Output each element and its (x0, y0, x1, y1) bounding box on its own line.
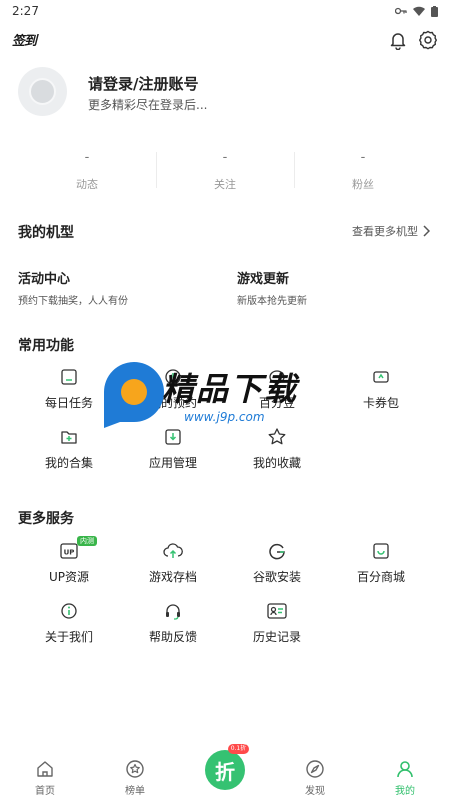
more-services-title: 更多服务 (18, 511, 74, 527)
status-time: 2:27 (12, 4, 39, 18)
my-favorites-button[interactable]: 我的收藏 (225, 426, 329, 478)
common-functions-title: 常用功能 (18, 338, 74, 354)
discount-tag: 0.1折 (227, 744, 250, 754)
stat-fans[interactable]: - 粉丝 (294, 150, 432, 192)
login-subtitle: 更多精彩尽在登录后... (88, 98, 208, 112)
stats-row: - 动态 - 关注 - 粉丝 (18, 150, 432, 192)
google-icon (266, 540, 288, 562)
tab-discover[interactable]: 发现 (270, 752, 360, 800)
beta-badge: 内测 (77, 536, 97, 546)
game-saves-button[interactable]: 游戏存档 (121, 540, 225, 592)
stat-posts[interactable]: - 动态 (18, 150, 156, 192)
google-install-button[interactable]: 谷歌安装 (225, 540, 329, 592)
folder-add-icon (58, 426, 80, 448)
wifi-icon (413, 6, 425, 16)
signin-button[interactable]: 签到 (12, 30, 37, 49)
ticket-icon (370, 366, 392, 388)
watermark-text: 精品下载 (162, 370, 299, 408)
stat-following[interactable]: - 关注 (156, 150, 294, 192)
discount-icon: 折 (205, 750, 245, 790)
bottom-tab-bar: 首页 榜单 折 0.1折 发现 我的 (0, 744, 450, 800)
svg-text:UP: UP (64, 549, 75, 557)
chevron-right-icon (423, 225, 430, 237)
tab-rankings[interactable]: 榜单 (90, 752, 180, 800)
checklist-icon (58, 366, 80, 388)
info-icon (58, 600, 80, 622)
help-feedback-button[interactable]: 帮助反馈 (121, 600, 225, 652)
activity-center-title: 活动中心 (18, 272, 71, 287)
more-models-label: 查看更多机型 (352, 225, 418, 238)
profile-header[interactable]: 请登录/注册账号 更多精彩尽在登录后... (18, 67, 438, 117)
headset-icon (162, 600, 184, 622)
top-bar: 签到 (0, 26, 450, 56)
about-us-button[interactable]: 关于我们 (17, 600, 121, 652)
id-card-icon (266, 600, 288, 622)
more-models-link[interactable]: 查看更多机型 (352, 223, 430, 239)
shop-icon (370, 540, 392, 562)
watermark-url: www.j9p.com (184, 410, 265, 424)
login-title[interactable]: 请登录/注册账号 (88, 73, 198, 94)
my-collections-button[interactable]: 我的合集 (17, 426, 121, 478)
status-bar: 2:27 (0, 0, 450, 22)
avatar[interactable] (18, 67, 67, 116)
game-update-title: 游戏更新 (237, 272, 290, 287)
app-management-button[interactable]: 应用管理 (121, 426, 225, 478)
my-models-title: 我的机型 (18, 225, 74, 241)
game-update-subtitle: 新版本抢先更新 (237, 296, 307, 307)
battery-icon (431, 5, 438, 17)
history-button[interactable]: 历史记录 (225, 600, 329, 652)
activity-center-card[interactable]: 活动中心 预约下载抽奖，人人有份 (18, 268, 128, 307)
cloud-upload-icon (162, 540, 184, 562)
game-update-card[interactable]: 游戏更新 新版本抢先更新 (237, 268, 307, 307)
activity-center-subtitle: 预约下载抽奖，人人有份 (18, 296, 128, 307)
key-icon (395, 7, 407, 15)
watermark-logo: 精品下载 www.j9p.com (100, 358, 360, 430)
baifen-shop-button[interactable]: 百分商城 (329, 540, 433, 592)
up-resources-button[interactable]: UP 内测 UP资源 (17, 536, 121, 592)
discover-icon (304, 758, 326, 780)
rank-icon (124, 758, 146, 780)
tab-mine[interactable]: 我的 (360, 752, 450, 800)
bell-icon[interactable] (386, 28, 410, 52)
home-icon (34, 758, 56, 780)
tab-discount[interactable]: 折 0.1折 (180, 744, 270, 800)
profile-icon (394, 758, 416, 780)
tab-home[interactable]: 首页 (0, 752, 90, 800)
status-icons (395, 5, 438, 17)
gear-icon[interactable] (416, 28, 440, 52)
